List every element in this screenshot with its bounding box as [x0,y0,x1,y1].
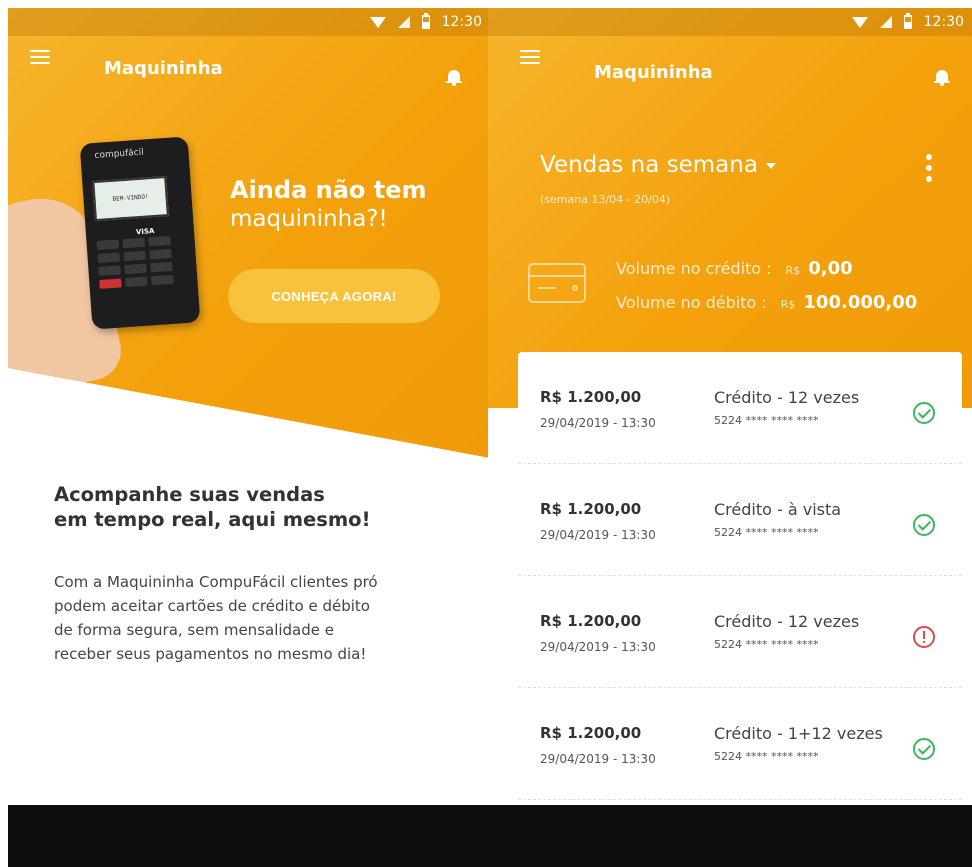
screen-sales: 12:30 Maquininha Vendas na semana (seman… [488,8,972,867]
debit-volume-label: Volume no débito : [616,293,767,312]
status-time: 12:30 [441,14,482,30]
alert-circle-icon [913,626,935,648]
check-circle-icon [913,738,935,760]
check-circle-icon [913,514,935,536]
promo-title-line2: maquininha?! [230,206,388,232]
status-bar: 12:30 [488,8,972,36]
transaction-card-number: 5224 **** **** **** [714,526,819,539]
transaction-method: Crédito - 12 vezes [714,612,860,631]
headline-line2: em tempo real, aqui mesmo! [54,508,371,531]
wifi-icon [369,16,386,28]
week-range: (semana 13/04 - 20/04) [540,193,671,206]
transaction-amount: R$ 1.200,00 [540,388,642,406]
debit-volume: Volume no débito : R$ 100.000,00 [616,292,917,313]
battery-icon [903,13,912,29]
debit-currency: R$ [780,298,796,311]
transaction-amount: R$ 1.200,00 [540,724,642,742]
transactions-list: R$ 1.200,00 29/04/2019 - 13:30 Crédito -… [518,352,962,808]
app-title: Maquininha [104,58,223,79]
navigation-bar-area [8,805,490,867]
menu-icon[interactable] [520,50,540,64]
sales-header: 12:30 Maquininha Vendas na semana (seman… [488,8,972,408]
transaction-date: 29/04/2019 - 13:30 [540,416,656,430]
chevron-down-icon [765,163,776,169]
promo-title-line1: Ainda não tem [230,176,427,204]
transaction-row[interactable]: R$ 1.200,00 29/04/2019 - 13:30 Crédito -… [518,688,962,800]
week-selector[interactable]: Vendas na semana [540,152,776,178]
transaction-method: Crédito - à vista [714,500,842,519]
transaction-card-number: 5224 **** **** **** [714,750,819,763]
description-line: podem aceitar cartões de crédito e débit… [54,597,370,615]
debit-volume-value: 100.000,00 [803,292,918,313]
device-brand: compufácil [94,147,145,161]
description-line: Com a Maquininha CompuFácil clientes pró [54,573,378,591]
description-text: Com a Maquininha CompuFácil clientes pró… [54,570,474,666]
transaction-date: 29/04/2019 - 13:30 [540,528,656,542]
transaction-amount: R$ 1.200,00 [540,612,642,630]
check-circle-icon [913,402,935,424]
credit-volume-value: 0,00 [808,258,853,279]
promo-hero: 12:30 Maquininha compufácil BEM-VINDO! V… [8,8,490,458]
app-title: Maquininha [594,62,713,83]
transaction-date: 29/04/2019 - 13:30 [540,752,656,766]
more-options-icon[interactable] [926,154,934,188]
week-title: Vendas na semana [540,152,758,178]
transaction-method: Crédito - 1+12 vezes [714,724,883,743]
menu-icon[interactable] [30,50,50,64]
card-brands: VISA [135,227,155,237]
status-bar: 12:30 [8,8,490,36]
device-screen: BEM-VINDO! [92,176,169,222]
transaction-method: Crédito - 12 vezes [714,388,860,407]
promo-title: Ainda não tem maquininha?! [230,176,427,232]
signal-icon [397,16,410,28]
navigation-bar-area [488,805,972,867]
transaction-row[interactable]: R$ 1.200,00 29/04/2019 - 13:30 Crédito -… [518,464,962,576]
transaction-card-number: 5224 **** **** **** [714,638,819,651]
credit-volume: Volume no crédito : R$ 0,00 [616,258,853,279]
wifi-icon [851,16,868,28]
transaction-row[interactable]: R$ 1.200,00 29/04/2019 - 13:30 Crédito -… [518,352,962,464]
transaction-date: 29/04/2019 - 13:30 [540,640,656,654]
screen-promo: 12:30 Maquininha compufácil BEM-VINDO! V… [8,8,490,867]
transaction-amount: R$ 1.200,00 [540,500,642,518]
credit-card-icon [528,263,586,303]
section-headline: Acompanhe suas vendas em tempo real, aqu… [54,482,474,532]
signal-icon [879,16,892,28]
notification-bell-icon[interactable] [934,68,950,86]
credit-volume-label: Volume no crédito : [616,259,772,278]
transaction-card-number: 5224 **** **** **** [714,414,819,427]
device-keypad [96,235,174,289]
battery-icon [421,13,430,29]
card-machine-image: compufácil BEM-VINDO! VISA [79,136,201,330]
discover-now-button[interactable]: CONHEÇA AGORA! [228,269,440,323]
description-line: receber seus pagamentos no mesmo dia! [54,645,367,663]
description-line: de forma segura, sem mensalidade e [54,621,334,639]
credit-currency: R$ [785,264,801,277]
headline-line1: Acompanhe suas vendas [54,483,325,506]
transaction-row[interactable]: R$ 1.200,00 29/04/2019 - 13:30 Crédito -… [518,576,962,688]
notification-bell-icon[interactable] [446,68,462,86]
status-time: 12:30 [923,14,964,30]
